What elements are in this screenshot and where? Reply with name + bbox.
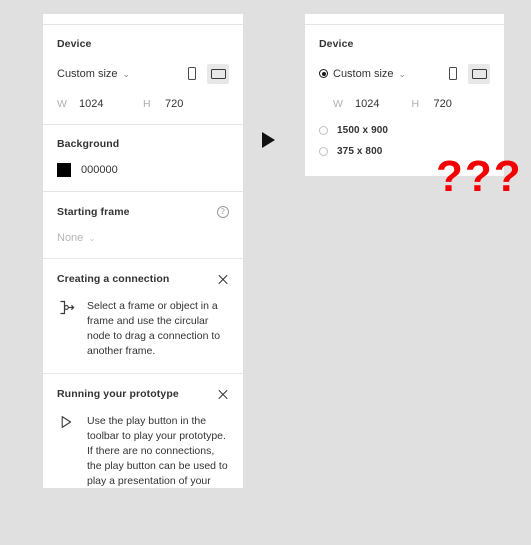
device-size-row: Custom size ⌄ — [319, 63, 490, 84]
portrait-icon — [188, 67, 196, 80]
width-label: W — [333, 97, 343, 110]
orientation-landscape-button[interactable] — [207, 63, 229, 84]
starting-frame-value: None — [57, 232, 84, 244]
width-field[interactable]: W 1024 — [333, 98, 412, 110]
device-section-title: Device — [319, 38, 354, 50]
device-section: Device Custom size ⌄ W 1024 H 720 — [305, 25, 504, 120]
tip-text: Use the play button in the toolbar to pl… — [87, 415, 228, 487]
tip-text: Select a frame or object in a frame and … — [87, 300, 221, 357]
clipped-top-row — [43, 14, 243, 24]
clipped-top-row — [305, 14, 504, 24]
height-field[interactable]: H 720 — [412, 98, 491, 110]
size-option-label: 1500 x 900 — [337, 124, 389, 136]
width-value: 1024 — [79, 97, 104, 110]
device-size-dropdown-open[interactable]: Custom size ⌄ — [319, 68, 406, 80]
background-hex-value: 000000 — [81, 164, 118, 176]
help-circle-icon[interactable]: ? — [217, 206, 229, 218]
height-label: H — [143, 97, 151, 110]
tip-running-your-prototype: Running your prototype Use the play butt… — [43, 374, 243, 488]
width-value: 1024 — [355, 97, 380, 110]
tip-title: Running your prototype — [57, 387, 179, 400]
orientation-portrait-button[interactable] — [442, 64, 464, 84]
device-dimensions-row: W 1024 H 720 — [57, 98, 229, 110]
starting-frame-dropdown[interactable]: None ⌄ — [57, 232, 229, 244]
question-marks-annotation: ??? — [436, 152, 523, 201]
device-size-label: Custom size — [57, 67, 118, 80]
device-section: Device Custom size ⌄ W 1024 H 720 — [43, 25, 243, 124]
height-field[interactable]: H 720 — [143, 98, 229, 110]
tip-body: Select a frame or object in a frame and … — [57, 299, 229, 359]
radio-selected-icon — [319, 69, 328, 78]
tip-header: Running your prototype — [57, 388, 229, 400]
device-size-label: Custom size — [333, 67, 394, 80]
background-section: Background 000000 — [43, 125, 243, 192]
starting-frame-section: Starting frame ? None ⌄ — [43, 192, 243, 258]
device-dimensions-row: W 1024 H 720 — [319, 98, 490, 110]
orientation-portrait-button[interactable] — [181, 64, 203, 84]
height-label: H — [411, 97, 420, 110]
height-value: 720 — [165, 97, 184, 110]
portrait-icon — [449, 67, 457, 80]
landscape-icon — [471, 68, 487, 79]
play-icon — [57, 414, 75, 429]
chevron-down-icon: ⌄ — [398, 69, 407, 79]
background-color-row[interactable]: 000000 — [57, 163, 229, 177]
tip-creating-a-connection: Creating a connection Select a frame or … — [43, 259, 243, 373]
starting-frame-title: Starting frame — [57, 205, 130, 218]
radio-unselected-icon — [319, 125, 328, 135]
device-size-row: Custom size ⌄ — [57, 63, 229, 84]
tip-header: Creating a connection — [57, 273, 229, 285]
width-field[interactable]: W 1024 — [57, 98, 143, 110]
size-option-1500x900[interactable]: 1500 x 900 — [305, 120, 504, 141]
flow-arrow-icon — [262, 132, 275, 148]
radio-unselected-icon — [319, 146, 328, 156]
color-swatch[interactable] — [57, 163, 71, 177]
height-value: 720 — [433, 97, 452, 110]
starting-frame-header: Starting frame ? — [57, 206, 229, 218]
chevron-down-icon: ⌄ — [88, 232, 96, 243]
prototype-panel-before: Device Custom size ⌄ W 1024 H 720 Backgr… — [43, 14, 243, 488]
tip-title: Creating a connection — [57, 272, 170, 285]
orientation-landscape-button[interactable] — [468, 63, 490, 84]
chevron-down-icon: ⌄ — [122, 69, 131, 79]
device-size-dropdown[interactable]: Custom size ⌄ — [57, 68, 130, 80]
orientation-toggle-group — [442, 63, 490, 84]
size-option-label: 375 x 800 — [337, 145, 383, 157]
close-icon[interactable] — [217, 388, 229, 400]
connection-node-icon — [57, 299, 75, 315]
width-label: W — [57, 97, 67, 110]
background-section-title: Background — [57, 137, 120, 150]
close-icon[interactable] — [217, 273, 229, 285]
orientation-toggle-group — [181, 63, 229, 84]
landscape-icon — [210, 68, 226, 79]
tip-body: Use the play button in the toolbar to pl… — [57, 414, 229, 488]
device-section-title: Device — [57, 38, 92, 50]
